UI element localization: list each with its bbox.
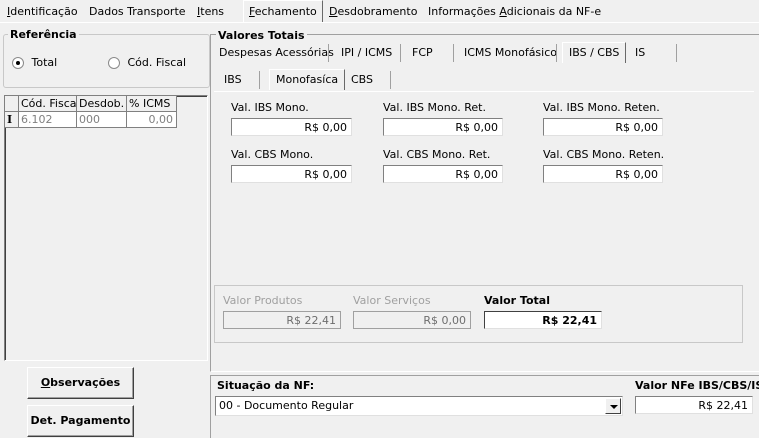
radio-cod-fiscal[interactable]: Cód. Fiscal	[108, 56, 186, 69]
tab-despesas-acessorias[interactable]: Despesas Acessórias	[213, 43, 340, 63]
grid-corner	[5, 96, 19, 112]
tab-fechamento[interactable]: Fechamento	[243, 0, 323, 23]
tab-ibs-cbs[interactable]: IBS / CBS	[562, 42, 627, 63]
tab-fcp[interactable]: FCP	[406, 43, 439, 63]
label-val-ibs-mono-ret: Val. IBS Mono. Ret.	[383, 101, 486, 114]
row-indicator-icon: I	[5, 112, 19, 128]
subtab-monofasica[interactable]: Monofasíca	[269, 69, 346, 90]
label-valor-produtos: Valor Produtos	[223, 294, 303, 307]
input-valor-nfe-ibs-cbs-is[interactable]: R$ 22,41	[635, 396, 753, 414]
label-val-ibs-mono: Val. IBS Mono.	[231, 101, 309, 114]
grid-header-icms[interactable]: % ICMS	[127, 96, 177, 112]
tab-itens[interactable]: Itens	[192, 3, 229, 21]
input-valor-produtos: R$ 22,41	[223, 311, 341, 329]
radio-total-indicator[interactable]	[12, 57, 24, 69]
main-tab-bar: Identificação Dados Transporte Itens Fec…	[0, 0, 759, 24]
label-val-cbs-mono: Val. CBS Mono.	[231, 148, 314, 161]
det-pagamento-button[interactable]: Det. Pagamento	[27, 405, 134, 437]
valores-totais-title: Valores Totais	[216, 29, 307, 42]
tab-ipi-icms[interactable]: IPI / ICMS	[335, 43, 398, 63]
situacao-nf-select[interactable]: 00 - Documento Regular	[215, 396, 623, 416]
label-val-cbs-mono-ret: Val. CBS Mono. Ret.	[383, 148, 491, 161]
radio-total-label: Total	[31, 56, 58, 69]
input-val-ibs-mono-ret[interactable]: R$ 0,00	[383, 118, 503, 136]
label-valor-nfe-ibs-cbs-is: Valor NFe IBS/CBS/IS	[635, 379, 759, 392]
grid-header-desdob[interactable]: Desdob.	[77, 96, 127, 112]
tab-informacoes-adicionais[interactable]: Informações Adicionais da NF-e	[423, 3, 606, 21]
tab-icms-monofasico[interactable]: ICMS Monofásico	[458, 43, 563, 63]
radio-cod-fiscal-label: Cód. Fiscal	[127, 56, 187, 69]
input-val-cbs-mono-reten[interactable]: R$ 0,00	[543, 165, 663, 183]
tab-desdobramento[interactable]: Desdobramento	[324, 3, 422, 21]
observacoes-button[interactable]: Observações	[27, 367, 134, 399]
subtab-cbs[interactable]: CBS	[345, 70, 379, 90]
label-val-cbs-mono-reten: Val. CBS Mono. Reten.	[543, 148, 665, 161]
label-val-ibs-mono-reten: Val. IBS Mono. Reten.	[543, 101, 660, 114]
tab-dados-transporte[interactable]: Dados Transporte	[84, 3, 191, 21]
subtab-ibs[interactable]: IBS	[218, 70, 248, 90]
input-val-cbs-mono[interactable]: R$ 0,00	[231, 165, 352, 183]
input-valor-servicos: R$ 0,00	[353, 311, 471, 329]
grid-header-cod-fiscal[interactable]: Cód. Fiscal	[19, 96, 77, 112]
label-valor-servicos: Valor Serviços	[353, 294, 431, 307]
label-valor-total: Valor Total	[484, 294, 550, 307]
grid-cell-desdob[interactable]: 000	[77, 112, 127, 128]
input-val-ibs-mono[interactable]: R$ 0,00	[231, 118, 352, 136]
input-valor-total: R$ 22,41	[484, 311, 602, 329]
grid-cell-icms[interactable]: 0,00	[127, 112, 177, 128]
cfop-grid[interactable]: Cód. Fiscal Desdob. % ICMS I 6.102 000 0…	[4, 95, 208, 361]
situacao-nf-value: 00 - Documento Regular	[219, 399, 354, 412]
input-val-cbs-mono-ret[interactable]: R$ 0,00	[383, 165, 503, 183]
referencia-title: Referência	[8, 28, 79, 41]
input-val-ibs-mono-reten[interactable]: R$ 0,00	[543, 118, 663, 136]
grid-cell-cod-fiscal[interactable]: 6.102	[19, 112, 77, 128]
label-situacao-nf: Situação da NF:	[217, 379, 315, 392]
radio-cod-fiscal-indicator[interactable]	[108, 57, 120, 69]
chevron-down-icon[interactable]	[605, 398, 621, 414]
radio-total[interactable]: Total	[12, 56, 57, 69]
tab-is[interactable]: IS	[629, 43, 651, 63]
tab-identificacao[interactable]: Identificação	[2, 3, 83, 21]
